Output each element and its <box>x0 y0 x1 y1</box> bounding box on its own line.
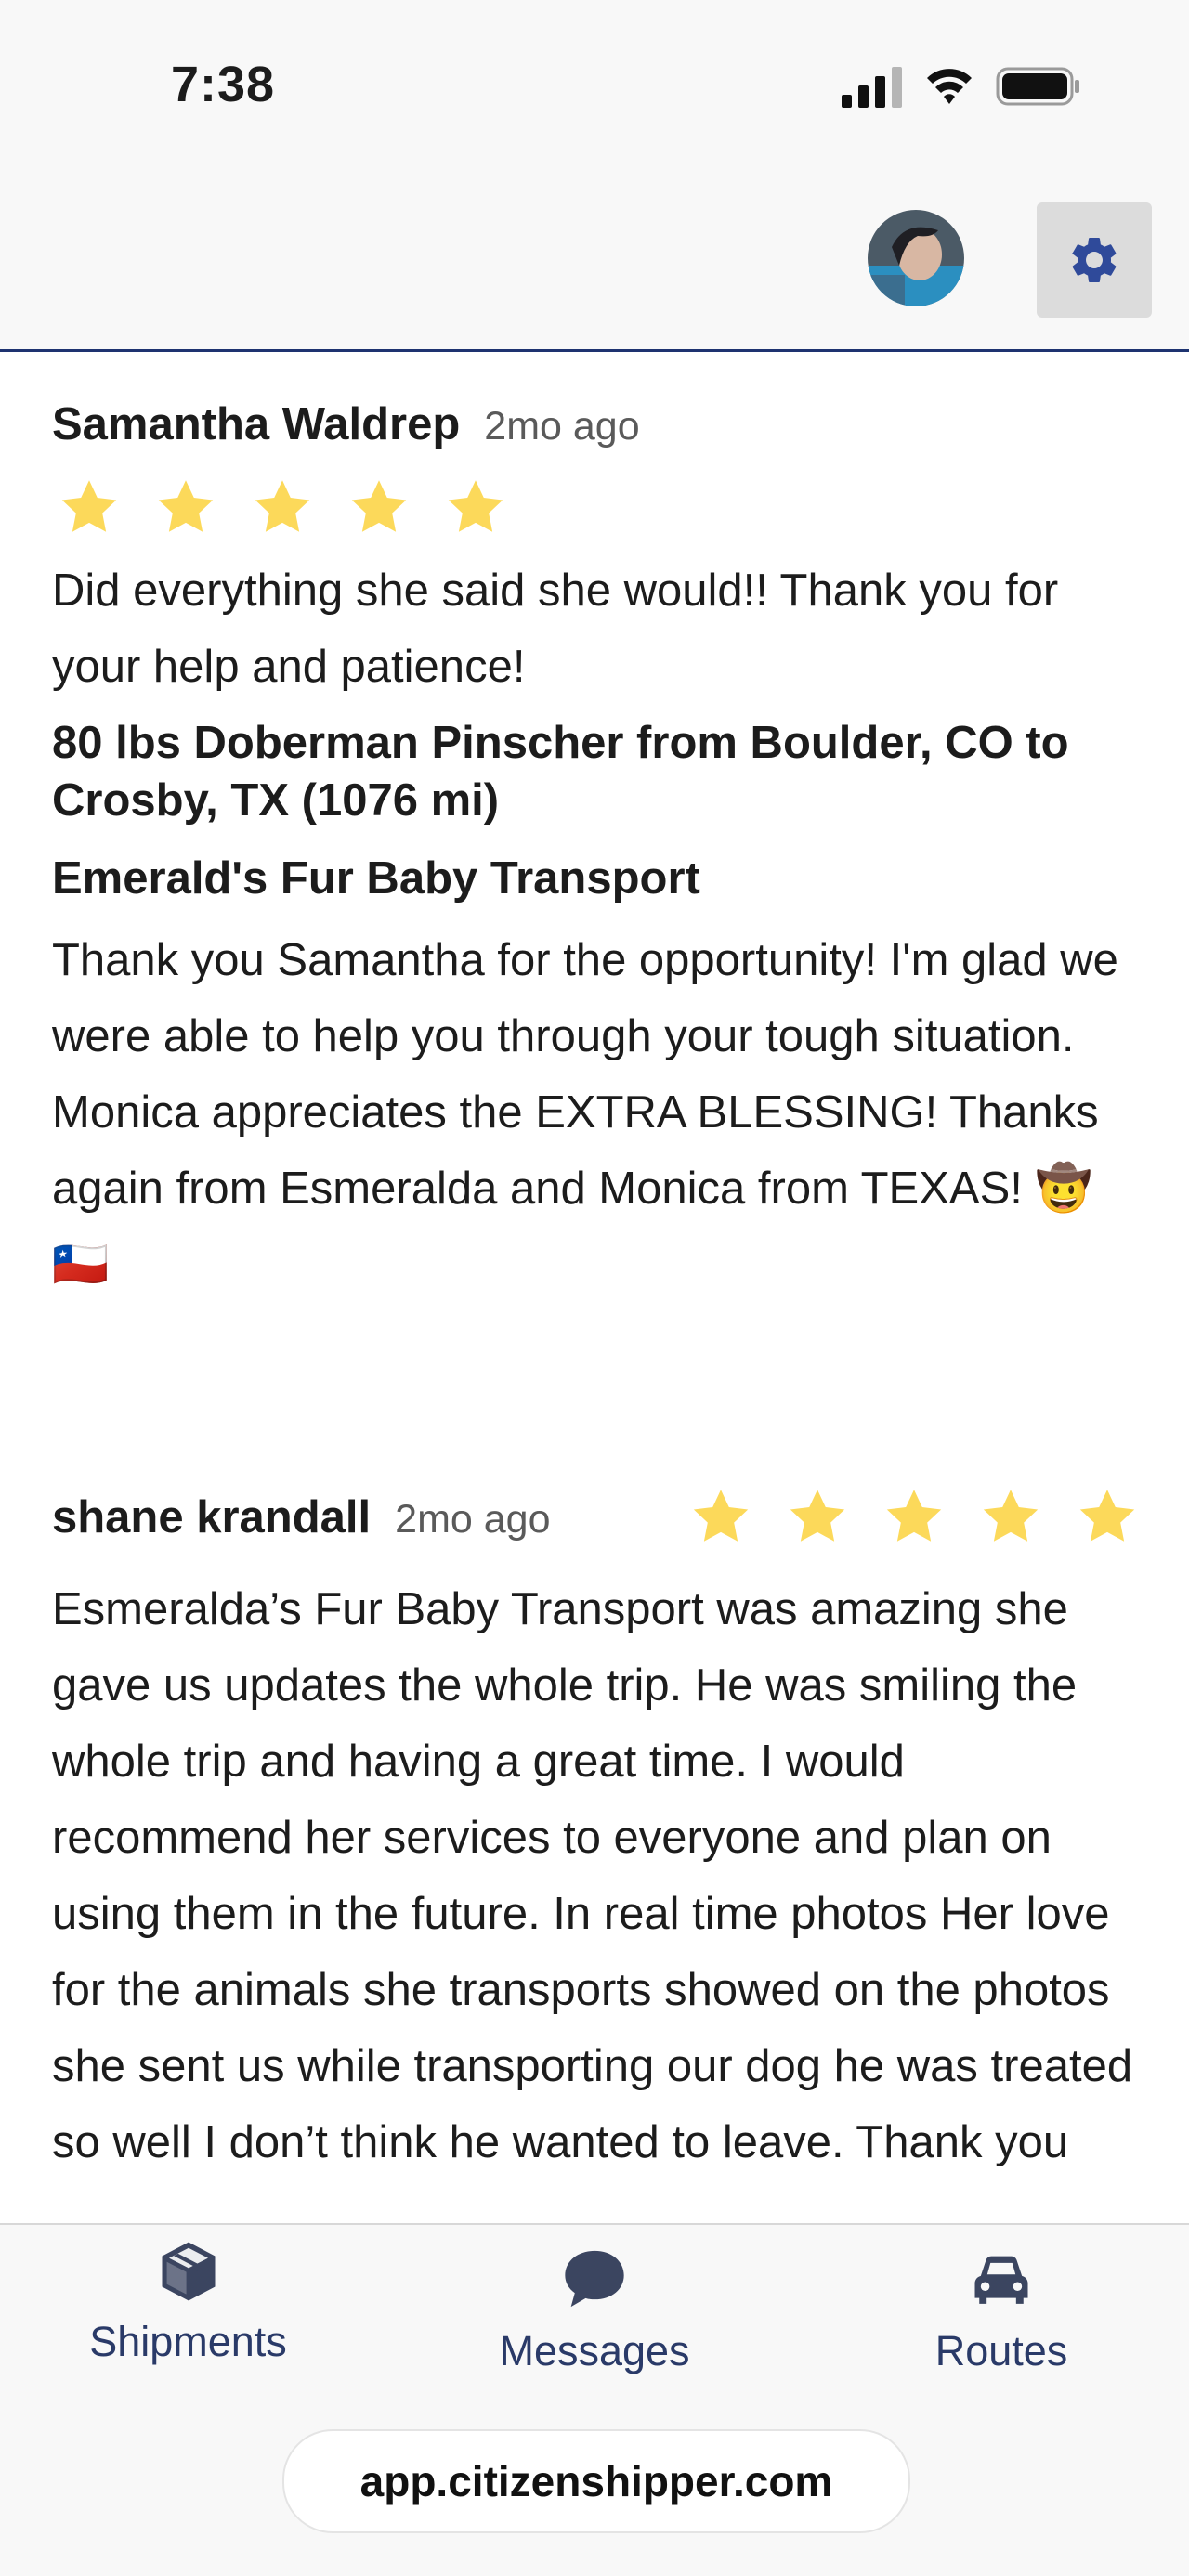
shipment-details[interactable]: 80 lbs Doberman Pinscher from Boulder, C… <box>52 714 1139 829</box>
nav-routes[interactable]: Routes <box>881 2244 1122 2375</box>
bottom-navigation: Shipments Messages Routes app.citizenshi… <box>0 2223 1189 2576</box>
nav-messages[interactable]: Messages <box>474 2244 715 2375</box>
review-text: Did everything she said she would!! Than… <box>52 566 1059 692</box>
star-icon <box>790 1490 845 1542</box>
review-date: 2mo ago <box>395 1497 551 1542</box>
package-icon <box>162 2242 215 2301</box>
nav-shipments[interactable]: Shipments <box>65 2238 311 2366</box>
browser-url-bar[interactable]: app.citizenshipper.com <box>282 2429 910 2533</box>
avatar[interactable] <box>868 210 964 306</box>
provider-name[interactable]: Emerald's Fur Baby Transport <box>52 850 1139 907</box>
review-card: Samantha Waldrep 2mo ago Did everything … <box>52 398 1139 1303</box>
provider-reply: Thank you Samantha for the opportunity! … <box>52 935 1118 1290</box>
star-icon <box>1079 1490 1135 1542</box>
star-icon <box>886 1490 942 1542</box>
car-icon <box>974 2256 1028 2304</box>
review-text: Esmeralda’s Fur Baby Transport was amazi… <box>52 1584 1133 2167</box>
wifi-icon <box>927 69 972 104</box>
star-icon <box>351 480 407 532</box>
review-card: shane krandall 2mo ago Esmeralda’s Fur B… <box>52 1480 1139 2180</box>
star-icon <box>448 480 503 532</box>
nav-label: Routes <box>934 2327 1068 2374</box>
star-rating <box>689 1486 1139 1549</box>
status-time: 7:38 <box>171 57 276 112</box>
star-icon <box>693 1490 749 1542</box>
gear-icon <box>1071 238 1117 282</box>
star-icon <box>983 1490 1039 1542</box>
star-icon <box>61 480 117 532</box>
star-rating <box>58 476 1139 540</box>
cellular-signal-icon <box>842 67 902 108</box>
nav-label: Shipments <box>89 2318 287 2365</box>
battery-icon <box>996 67 1079 106</box>
star-icon <box>255 480 310 532</box>
star-icon <box>158 480 214 532</box>
nav-label: Messages <box>499 2327 690 2374</box>
reviewer-name: shane krandall <box>52 1492 372 1542</box>
reviews-list[interactable]: Samantha Waldrep 2mo ago Did everything … <box>0 352 1189 2223</box>
settings-button[interactable] <box>1037 202 1152 318</box>
app-header <box>0 176 1189 352</box>
status-bar: 7:38 <box>0 0 1189 176</box>
reviewer-name: Samantha Waldrep <box>52 399 461 449</box>
chat-bubble-icon <box>565 2250 624 2308</box>
review-date: 2mo ago <box>484 404 640 449</box>
